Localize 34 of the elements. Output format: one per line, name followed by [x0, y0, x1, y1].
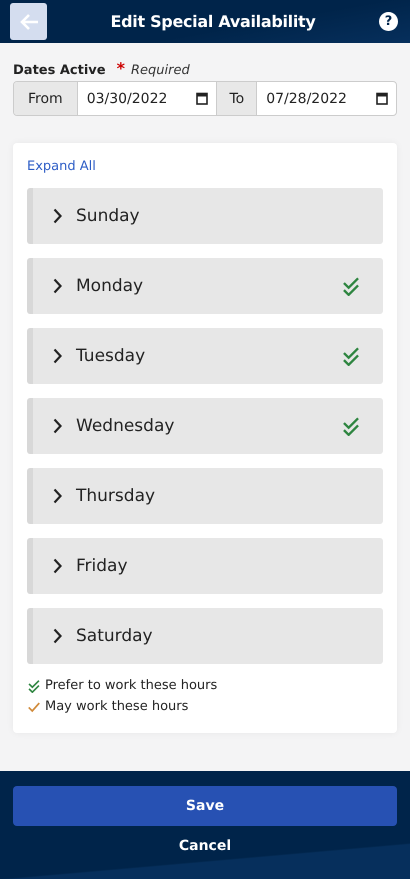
- page-title: Edit Special Availability: [109, 12, 317, 31]
- day-row[interactable]: Monday: [27, 258, 383, 314]
- expand-all-link[interactable]: Expand All: [27, 159, 96, 174]
- input-addon: From: [14, 82, 78, 115]
- legend-text: Prefer to work these hours: [45, 678, 218, 693]
- day-row[interactable]: Wednesday: [27, 398, 383, 454]
- chevron-right-icon: [53, 348, 62, 364]
- back-button[interactable]: [10, 3, 47, 40]
- cancel-button[interactable]: Cancel: [174, 836, 236, 856]
- date-field[interactable]: 03/30/2022: [78, 82, 216, 115]
- chevron-right-icon: [53, 558, 62, 574]
- chevron-right-icon: [53, 418, 62, 434]
- input-addon: To: [216, 82, 258, 115]
- calendar-icon: [196, 92, 208, 105]
- chevron-right-icon: [53, 488, 62, 504]
- date-field[interactable]: 07/28/2022: [257, 82, 396, 115]
- day-row[interactable]: Saturday: [27, 608, 383, 664]
- double-check-icon: [27, 678, 41, 692]
- day-row[interactable]: Friday: [27, 538, 383, 594]
- calendar-icon: [376, 92, 388, 105]
- day-row[interactable]: Tuesday: [27, 328, 383, 384]
- day-row[interactable]: Sunday: [27, 188, 383, 244]
- back-arrow-icon: [18, 12, 38, 30]
- save-button[interactable]: Save: [13, 786, 397, 826]
- field-label: Dates Active: [13, 63, 106, 78]
- chevron-right-icon: [53, 628, 62, 644]
- required-note: Required: [130, 63, 190, 78]
- required-mark: *: [116, 59, 125, 78]
- help-button[interactable]: ?: [379, 12, 398, 31]
- chevron-right-icon: [53, 208, 62, 224]
- check-icon: [27, 700, 41, 714]
- legend-text: May work these hours: [45, 699, 188, 714]
- chevron-right-icon: [53, 278, 62, 294]
- day-row[interactable]: Thursday: [27, 468, 383, 524]
